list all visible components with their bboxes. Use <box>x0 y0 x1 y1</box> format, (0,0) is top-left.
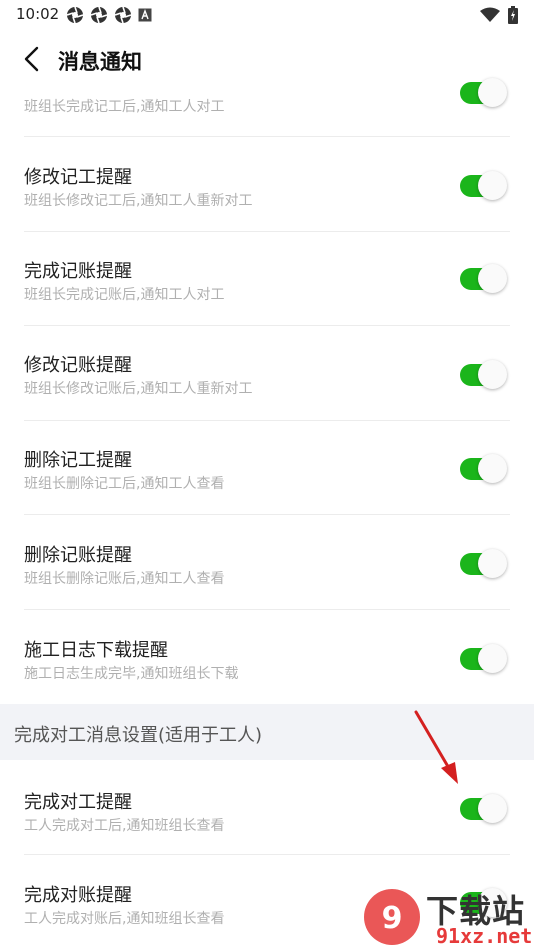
setting-description: 班组长完成记工后,通知工人对工 <box>24 99 225 115</box>
top-app-bar: 消息通知 <box>0 38 534 82</box>
back-button[interactable] <box>14 42 48 76</box>
aperture-icon <box>90 6 108 24</box>
toggle-switch[interactable] <box>460 171 507 200</box>
setting-row: 完成记账提醒 班组长完成记账后,通知工人对工 <box>24 232 510 326</box>
toggle-switch[interactable] <box>460 360 507 389</box>
toggle-knob <box>478 78 507 107</box>
setting-row: 施工日志下载提醒 施工日志生成完毕,通知班组长下载 <box>24 610 510 704</box>
setting-row: 删除记工提醒 班组长删除记工后,通知工人查看 <box>24 421 510 515</box>
setting-description: 工人完成对工后,通知班组长查看 <box>24 818 225 834</box>
setting-title: 删除记账提醒 <box>24 545 132 566</box>
toggle-knob <box>478 171 507 200</box>
setting-description: 工人完成对账后,通知班组长查看 <box>24 911 225 927</box>
toggle-knob <box>478 644 507 673</box>
aperture-icon <box>114 6 132 24</box>
setting-title: 施工日志下载提醒 <box>24 640 168 661</box>
page-title: 消息通知 <box>58 50 142 74</box>
setting-description: 施工日志生成完毕,通知班组长下载 <box>24 666 239 682</box>
svg-text:9: 9 <box>382 901 403 936</box>
setting-title: 完成对工提醒 <box>24 792 132 813</box>
toggle-switch[interactable] <box>460 454 507 483</box>
toggle-switch[interactable] <box>460 794 507 823</box>
toggle-switch[interactable] <box>460 549 507 578</box>
setting-description: 班组长修改记工后,通知工人重新对工 <box>24 193 253 209</box>
setting-row: 修改记账提醒 班组长修改记账后,通知工人重新对工 <box>24 326 510 421</box>
setting-row: 修改记工提醒 班组长修改记工后,通知工人重新对工 <box>24 137 510 232</box>
annotation-arrow <box>414 710 458 784</box>
setting-description: 班组长修改记账后,通知工人重新对工 <box>24 381 253 397</box>
toggle-knob <box>478 360 507 389</box>
toggle-switch[interactable] <box>460 78 507 107</box>
a-box-icon <box>138 8 152 22</box>
status-time: 10:02 <box>16 5 60 23</box>
setting-description: 班组长删除记工后,通知工人查看 <box>24 476 225 492</box>
setting-title: 删除记工提醒 <box>24 450 132 471</box>
setting-row: 班组长完成记工后,通知工人对工 <box>24 78 510 137</box>
setting-title: 修改记账提醒 <box>24 355 132 376</box>
setting-description: 班组长完成记账后,通知工人对工 <box>24 287 225 303</box>
watermark: 9 下载站 91xz.net <box>356 884 534 950</box>
chevron-left-icon <box>24 46 39 72</box>
wifi-icon <box>480 7 500 22</box>
toggle-switch[interactable] <box>460 264 507 293</box>
setting-description: 班组长删除记账后,通知工人查看 <box>24 571 225 587</box>
setting-title: 完成记账提醒 <box>24 261 132 282</box>
watermark-logo-icon: 9 <box>364 889 420 945</box>
toggle-knob <box>478 454 507 483</box>
setting-title: 修改记工提醒 <box>24 167 132 188</box>
battery-icon <box>508 6 518 24</box>
status-bar: 10:02 <box>0 0 534 30</box>
setting-title: 完成对账提醒 <box>24 885 132 906</box>
section-title: 完成对工消息设置(适用于工人) <box>14 725 263 746</box>
toggle-knob <box>478 549 507 578</box>
watermark-url: 91xz.net <box>436 924 533 948</box>
notification-icons <box>66 6 152 24</box>
toggle-knob <box>478 264 507 293</box>
setting-row: 删除记账提醒 班组长删除记账后,通知工人查看 <box>24 515 510 610</box>
toggle-knob <box>478 794 507 823</box>
aperture-icon <box>66 6 84 24</box>
toggle-switch[interactable] <box>460 644 507 673</box>
system-icons <box>480 6 518 24</box>
